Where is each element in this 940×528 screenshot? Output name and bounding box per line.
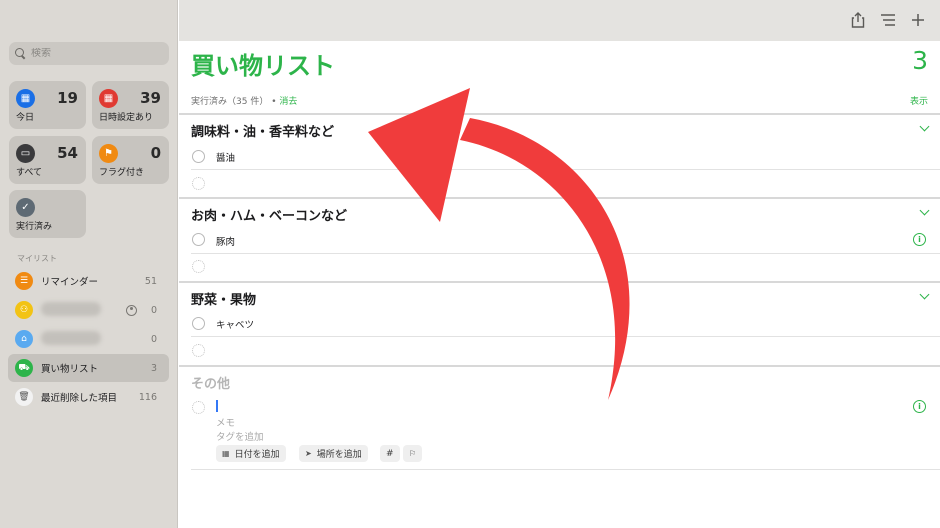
tray-icon: ▭ <box>16 144 35 163</box>
all-label: すべて <box>16 168 43 178</box>
main-content: 買い物リスト 3 実行済み（35 件） • 消去 表示 調味料・油・香辛料など … <box>179 41 940 528</box>
row-divider <box>191 469 940 470</box>
hashtag-label: # <box>386 448 394 459</box>
smart-list-all[interactable]: ▭ 54 すべて <box>9 136 86 184</box>
add-location-label: 場所を追加 <box>316 450 362 460</box>
smart-list-scheduled[interactable]: ▦ 39 日時設定あり <box>92 81 169 129</box>
sidebar-list-home[interactable]: ⌂ 0 <box>8 325 169 353</box>
list-total-count: 3 <box>912 46 928 75</box>
list-count: 0 <box>150 333 157 345</box>
search-input[interactable] <box>31 48 161 59</box>
add-date-label: 日付を追加 <box>234 450 280 460</box>
complete-checkbox[interactable] <box>192 317 205 330</box>
calendar-icon: ▦ <box>222 449 230 458</box>
list-count: 51 <box>144 275 157 287</box>
tag-field[interactable]: タグを追加 <box>216 429 264 443</box>
add-icon[interactable] <box>909 11 927 29</box>
sidebar-list-recently-deleted[interactable]: 🗑 最近削除した項目 116 <box>8 383 169 411</box>
list-options-icon[interactable] <box>879 11 897 29</box>
smart-list-flagged[interactable]: ⚑ 0 フラグ付き <box>92 136 169 184</box>
chevron-down-icon[interactable] <box>919 205 930 216</box>
page-title: 買い物リスト <box>191 52 335 80</box>
row-divider <box>191 253 940 254</box>
checkmark-icon: ✓ <box>16 198 35 217</box>
info-icon[interactable]: i <box>913 400 926 413</box>
new-reminder-placeholder[interactable] <box>192 344 205 357</box>
section-separator <box>179 281 940 283</box>
new-reminder-placeholder[interactable] <box>192 177 205 190</box>
list-count: 0 <box>150 304 157 316</box>
complete-checkbox[interactable] <box>192 233 205 246</box>
sidebar-list-shared[interactable]: ⚇ 0 <box>8 296 169 324</box>
today-label: 今日 <box>16 113 35 123</box>
new-reminder-placeholder[interactable] <box>192 260 205 273</box>
smart-list-completed[interactable]: ✓ 実行済み <box>9 190 86 238</box>
add-flag-button[interactable]: ⚐ <box>403 445 423 462</box>
show-completed-link[interactable]: 表示 <box>910 94 928 107</box>
flagged-count: 0 <box>150 144 161 162</box>
my-lists-header: マイリスト <box>17 254 57 263</box>
new-reminder-checkbox[interactable] <box>192 401 205 414</box>
scheduled-count: 39 <box>140 89 161 107</box>
list-label-redacted <box>41 301 126 319</box>
text-cursor[interactable] <box>216 400 218 412</box>
row-divider <box>191 336 940 337</box>
trash-icon: 🗑 <box>15 388 33 406</box>
list-label: リマインダー <box>41 277 99 288</box>
section-separator <box>179 365 940 367</box>
list-icon: ☰ <box>15 272 33 290</box>
smart-list-today[interactable]: ▦ 19 今日 <box>9 81 86 129</box>
separator-dot: • <box>271 97 277 107</box>
list-count: 116 <box>138 391 157 403</box>
chevron-down-icon[interactable] <box>919 289 930 300</box>
completed-label: 実行済み <box>16 222 53 232</box>
all-count: 54 <box>57 144 78 162</box>
toolbar <box>179 0 940 41</box>
section-title[interactable]: 調味料・油・香辛料など <box>191 121 334 140</box>
chevron-down-icon[interactable] <box>919 121 930 132</box>
flag-icon: ⚑ <box>99 144 118 163</box>
list-label: 買い物リスト <box>41 364 99 375</box>
sidebar-list-reminders[interactable]: ☰ リマインダー 51 <box>8 267 169 295</box>
scheduled-label: 日時設定あり <box>99 113 154 123</box>
shared-person-icon <box>125 304 137 316</box>
section-separator <box>179 113 940 115</box>
info-icon[interactable]: i <box>913 233 926 246</box>
reminder-title[interactable]: キャベツ <box>216 317 254 331</box>
add-date-button[interactable]: ▦ 日付を追加 <box>216 445 286 462</box>
reminder-title[interactable]: 醤油 <box>216 150 235 164</box>
location-arrow-icon: ➤ <box>305 449 312 458</box>
completed-summary: 実行済み（35 件） • 消去 <box>191 94 297 107</box>
section-separator <box>179 197 940 199</box>
people-icon: ⚇ <box>15 301 33 319</box>
sidebar: ▦ 19 今日 ▦ 39 日時設定あり ▭ 54 すべて ⚑ 0 フラグ付き ✓… <box>0 0 178 528</box>
add-location-button[interactable]: ➤ 場所を追加 <box>299 445 368 462</box>
section-title[interactable]: 野菜・果物 <box>191 289 256 308</box>
flag-icon: ⚐ <box>409 449 417 458</box>
reminder-title[interactable]: 豚肉 <box>216 234 235 248</box>
search-icon <box>15 48 26 59</box>
add-tag-button[interactable]: # <box>380 445 400 462</box>
cart-icon: ⛟ <box>15 359 33 377</box>
flagged-label: フラグ付き <box>99 168 145 178</box>
memo-field[interactable]: メモ <box>216 415 235 429</box>
completed-count-text: 実行済み（35 件） <box>191 97 269 107</box>
list-count: 3 <box>150 362 157 374</box>
sidebar-list-shopping[interactable]: ⛟ 買い物リスト 3 <box>8 354 169 382</box>
section-title-other[interactable]: その他 <box>191 373 230 392</box>
redacted-blur <box>41 330 101 345</box>
complete-checkbox[interactable] <box>192 150 205 163</box>
list-label: 最近削除した項目 <box>41 393 118 404</box>
calendar-icon: ▦ <box>99 89 118 108</box>
search-field[interactable] <box>9 42 169 65</box>
today-count: 19 <box>57 89 78 107</box>
redacted-blur <box>41 301 101 316</box>
row-divider <box>191 169 940 170</box>
house-icon: ⌂ <box>15 330 33 348</box>
list-label-redacted <box>41 330 151 348</box>
share-icon[interactable] <box>849 11 867 29</box>
clear-completed-link[interactable]: 消去 <box>279 97 297 107</box>
calendar-today-icon: ▦ <box>16 89 35 108</box>
section-title[interactable]: お肉・ハム・ベーコンなど <box>191 205 347 224</box>
